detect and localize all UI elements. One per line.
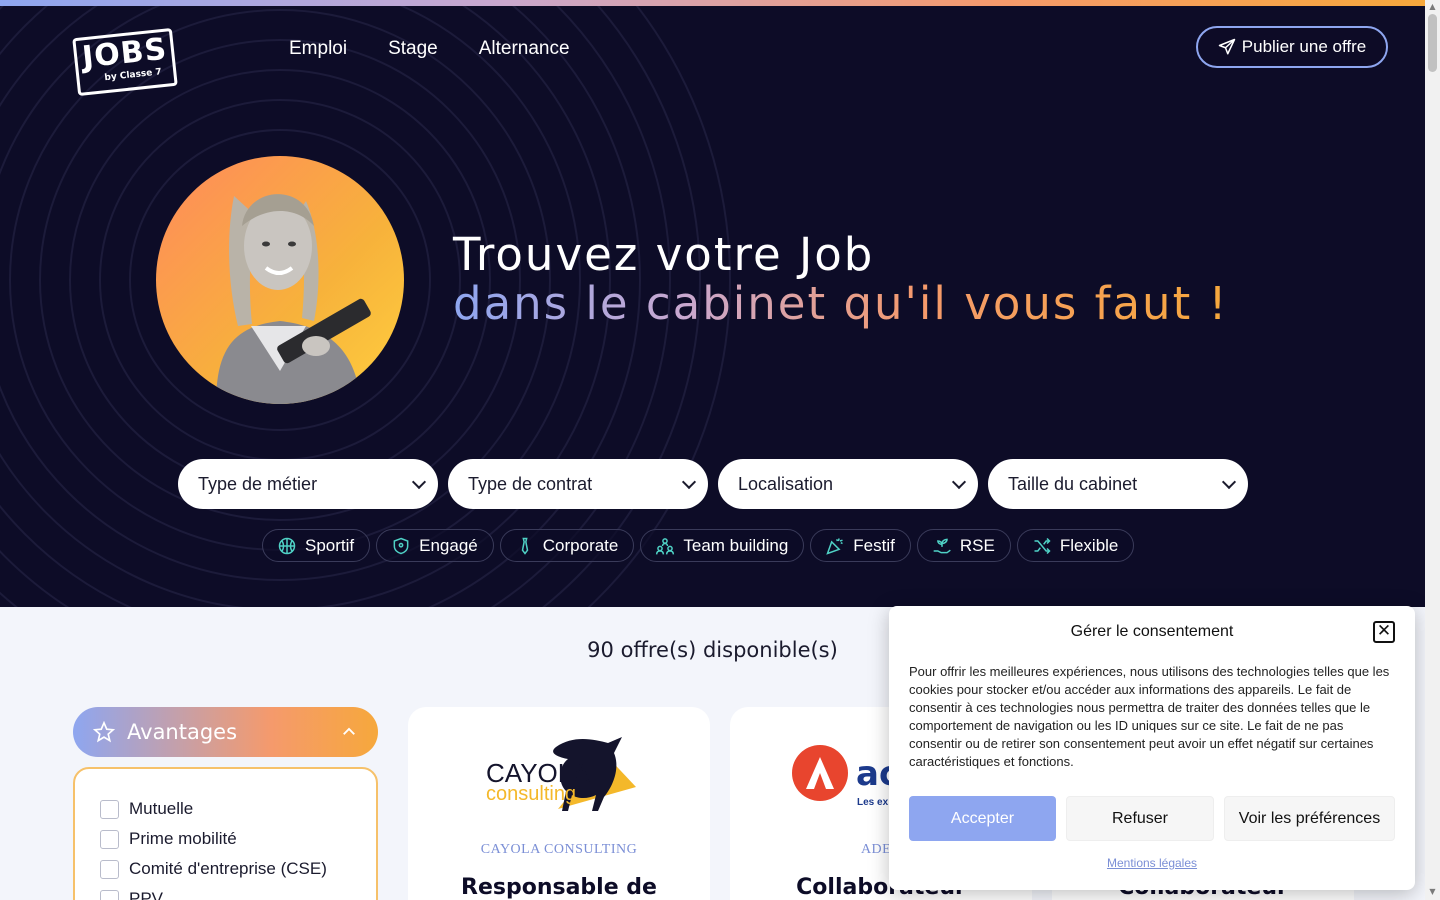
chevron-up-icon bbox=[343, 727, 355, 735]
search-filters: Type de métier Type de contrat Localisat… bbox=[178, 459, 1248, 509]
filter-firm-size[interactable]: Taille du cabinet bbox=[988, 459, 1248, 509]
filter-location-label: Localisation bbox=[738, 473, 834, 494]
advantage-label: PPV bbox=[129, 889, 164, 900]
consent-dialog: Gérer le consentement ✕ Pour offrir les … bbox=[889, 606, 1415, 890]
nav-item-stage[interactable]: Stage bbox=[388, 38, 438, 60]
advantage-label: Mutuelle bbox=[129, 799, 194, 818]
scroll-up-arrow-icon[interactable]: ▲ bbox=[1428, 2, 1437, 11]
advantages-list: Mutuelle Prime mobilité Comité d'entrepr… bbox=[73, 767, 378, 900]
legal-notice-link[interactable]: Mentions légales bbox=[889, 856, 1415, 870]
tag-label: Team building bbox=[683, 535, 789, 555]
checkbox[interactable] bbox=[100, 829, 119, 849]
advantage-option[interactable]: PPV bbox=[100, 884, 351, 900]
jobs-logo[interactable]: JOBS by Classe 7 bbox=[72, 27, 178, 97]
card-company-name: CAYOLA CONSULTING bbox=[480, 842, 638, 857]
consent-title: Gérer le consentement bbox=[1070, 623, 1234, 640]
hero-section: JOBS by Classe 7 Emploi Stage Alternance… bbox=[0, 6, 1425, 607]
tag-rse[interactable]: RSE bbox=[916, 529, 1011, 562]
scrollbar-track[interactable] bbox=[1425, 0, 1440, 900]
advantage-label: Prime mobilité bbox=[129, 829, 237, 848]
tag-flexible[interactable]: Flexible bbox=[1016, 529, 1135, 562]
checkbox[interactable] bbox=[100, 859, 119, 879]
main-nav: Emploi Stage Alternance bbox=[289, 38, 570, 60]
tag-label: RSE bbox=[959, 535, 995, 555]
tag-sportif[interactable]: Sportif bbox=[262, 529, 371, 562]
tag-engage[interactable]: Engagé bbox=[376, 529, 494, 562]
filter-job-type[interactable]: Type de métier bbox=[178, 459, 438, 509]
chevron-down-icon bbox=[1221, 474, 1237, 489]
filter-contract-type-label: Type de contrat bbox=[468, 473, 593, 494]
headline-line-2: dans le cabinet qu'il vous faut ! bbox=[453, 277, 1229, 330]
scrollbar-thumb[interactable] bbox=[1428, 14, 1437, 72]
chevron-down-icon bbox=[951, 474, 967, 489]
culture-tags: Sportif Engagé Corporate Team building F… bbox=[262, 529, 1135, 562]
tag-festif[interactable]: Festif bbox=[810, 529, 911, 562]
basketball-icon bbox=[278, 537, 296, 554]
publish-offer-label: Publier une offre bbox=[1241, 37, 1367, 56]
filter-location[interactable]: Localisation bbox=[718, 459, 978, 509]
tag-label: Sportif bbox=[305, 535, 355, 555]
tie-icon bbox=[521, 537, 529, 555]
close-icon[interactable]: ✕ bbox=[1373, 621, 1395, 643]
cayola-consulting-logo: CAYOLA consulting bbox=[486, 737, 636, 811]
nav-item-emploi[interactable]: Emploi bbox=[289, 38, 347, 60]
preferences-button[interactable]: Voir les préférences bbox=[1224, 796, 1395, 841]
advantages-title: Avantages bbox=[127, 720, 238, 744]
plant-hand-icon bbox=[933, 538, 951, 553]
tag-label: Engagé bbox=[419, 535, 478, 555]
party-popper-icon bbox=[826, 537, 844, 555]
checkbox[interactable] bbox=[100, 799, 119, 819]
filter-firm-size-label: Taille du cabinet bbox=[1008, 473, 1138, 494]
publish-offer-button[interactable]: Publier une offre bbox=[1196, 26, 1388, 68]
advantage-option[interactable]: Comité d'entreprise (CSE) bbox=[100, 854, 351, 884]
tag-label: Corporate bbox=[542, 535, 619, 555]
card-job-title: Responsable de bbox=[461, 875, 657, 900]
accept-button[interactable]: Accepter bbox=[909, 796, 1056, 841]
shield-icon bbox=[393, 537, 409, 554]
advantages-accordion-header[interactable]: Avantages bbox=[73, 707, 378, 757]
shuffle-icon bbox=[1034, 537, 1051, 554]
offer-card[interactable]: CAYOLA consulting CAYOLA CONSULTING Resp… bbox=[408, 707, 710, 900]
checkbox[interactable] bbox=[100, 889, 119, 900]
chevron-down-icon bbox=[411, 474, 427, 489]
filter-contract-type[interactable]: Type de contrat bbox=[448, 459, 708, 509]
woman-with-tablet-image bbox=[216, 194, 371, 404]
nav-item-alternance[interactable]: Alternance bbox=[479, 38, 570, 60]
paper-plane-icon bbox=[1218, 38, 1236, 55]
star-icon bbox=[93, 721, 115, 743]
consent-text: Pour offrir les meilleures expériences, … bbox=[909, 664, 1390, 769]
advantage-option[interactable]: Prime mobilité bbox=[100, 824, 351, 854]
hero-headline: Trouvez votre Job dans le cabinet qu'il … bbox=[453, 228, 1229, 330]
advantage-option[interactable]: Mutuelle bbox=[100, 794, 351, 824]
advantage-label: Comité d'entreprise (CSE) bbox=[129, 859, 327, 878]
team-icon bbox=[656, 537, 675, 554]
filter-job-type-label: Type de métier bbox=[198, 473, 318, 494]
tag-team-building[interactable]: Team building bbox=[640, 529, 805, 562]
chevron-down-icon bbox=[681, 474, 697, 489]
headline-line-1: Trouvez votre Job bbox=[453, 228, 875, 281]
logo-text-consulting: consulting bbox=[486, 783, 576, 805]
hero-portrait bbox=[156, 156, 404, 404]
tag-label: Flexible bbox=[1059, 535, 1119, 555]
refuse-button[interactable]: Refuser bbox=[1066, 796, 1214, 841]
scroll-down-arrow-icon[interactable]: ▼ bbox=[1428, 887, 1437, 896]
tag-label: Festif bbox=[853, 535, 895, 555]
tag-corporate[interactable]: Corporate bbox=[499, 529, 635, 562]
